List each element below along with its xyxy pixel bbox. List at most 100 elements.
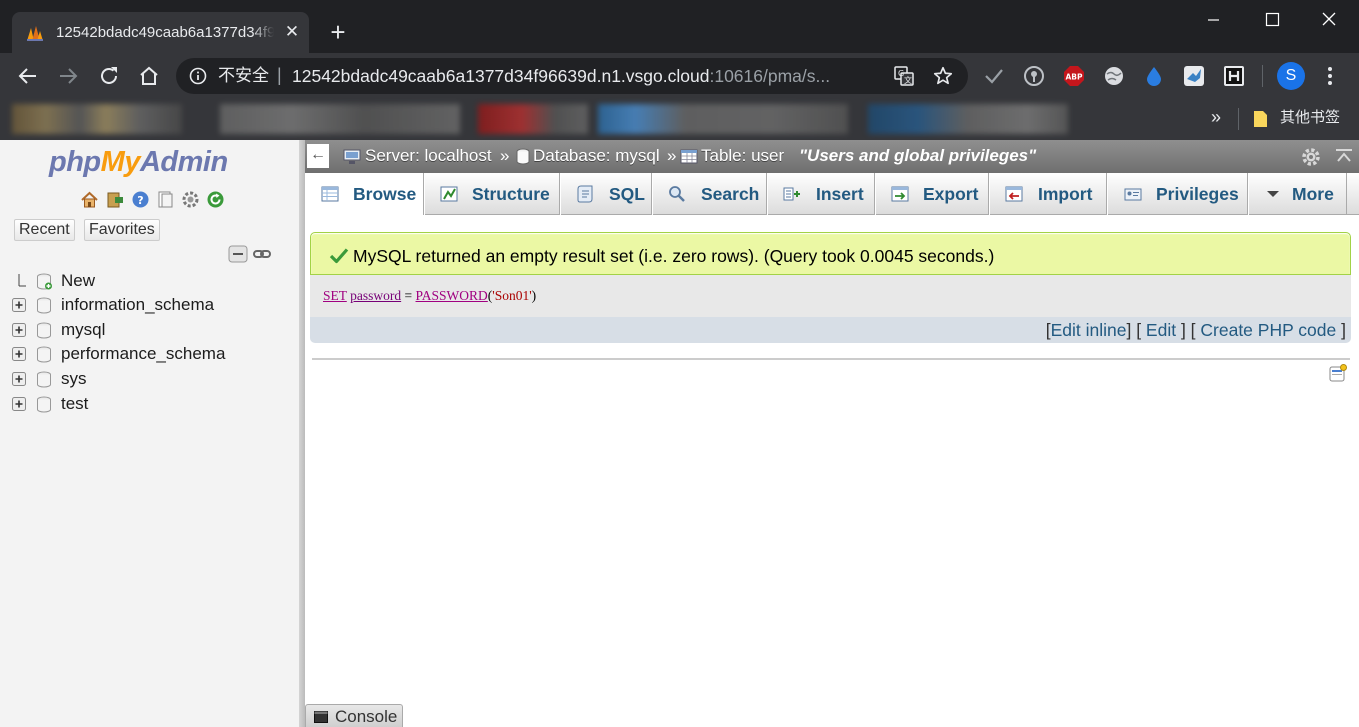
home-icon[interactable] [80, 190, 99, 209]
breadcrumb-bar: ← Server: localhost » Database: mysql » … [305, 140, 1359, 173]
tree-label-db[interactable]: performance_schema [61, 344, 225, 364]
reload-navigation-icon[interactable] [206, 190, 225, 209]
close-window-icon[interactable] [1306, 5, 1352, 35]
database-icon [37, 297, 51, 314]
sql-function[interactable]: PASSWORD [416, 288, 488, 303]
address-bar[interactable]: 不安全 | 12542bdadc49caab6a1377d34f96639d.n… [176, 58, 968, 94]
privileges-icon [1124, 188, 1142, 201]
navigation-resizer[interactable] [299, 140, 305, 727]
phpmyadmin-logo[interactable]: phpMyAdmin [49, 146, 228, 179]
blurred-bookmarks[interactable] [220, 104, 460, 134]
blurred-bookmarks[interactable] [12, 104, 182, 134]
browser-tab[interactable]: 12542bdadc49caab6a1377d34f96639d ✕ [12, 12, 309, 53]
password-extension-icon[interactable] [1023, 65, 1045, 87]
back-icon[interactable] [16, 64, 40, 88]
edit-link[interactable]: Edit [1146, 320, 1176, 340]
edit-inline-link[interactable]: Edit inline [1051, 320, 1127, 340]
sql-column[interactable]: password [350, 288, 401, 303]
collapse-all-icon[interactable] [228, 245, 248, 263]
other-bookmarks-link[interactable]: 其他书签 [1280, 109, 1340, 127]
tree-label-db[interactable]: mysql [61, 320, 105, 340]
tab-search[interactable]: Search [652, 173, 767, 215]
tree-label-new[interactable]: New [61, 271, 95, 291]
bookmarks-overflow-chevron[interactable]: » [1211, 108, 1221, 126]
sql-paren: ) [531, 288, 537, 303]
tab-more[interactable]: More [1248, 173, 1347, 215]
console-label: Console [335, 707, 398, 726]
database-icon [516, 148, 530, 165]
console-toggle[interactable]: Console [305, 704, 403, 727]
home-icon[interactable] [137, 64, 161, 88]
reload-icon[interactable] [97, 64, 121, 88]
search-icon [669, 186, 685, 202]
breadcrumb-table[interactable]: Table: user [701, 146, 784, 166]
database-icon [37, 396, 51, 413]
tab-import[interactable]: Import [989, 173, 1107, 215]
create-php-code-link[interactable]: Create PHP code [1200, 320, 1336, 340]
link-with-main-panel-icon[interactable] [253, 248, 271, 260]
expand-plus-icon[interactable] [12, 298, 26, 312]
tab-browse[interactable]: Browse [305, 173, 424, 215]
maximize-icon[interactable] [1250, 5, 1296, 35]
database-icon [37, 322, 51, 339]
navigation-panel: phpMyAdmin ? Recent Favorites New inform… [0, 140, 302, 727]
new-tab-button[interactable]: + [324, 18, 352, 46]
tree-label-db[interactable]: sys [61, 369, 87, 389]
sql-keyword[interactable]: SET [323, 288, 347, 303]
blurred-bookmarks[interactable] [598, 104, 848, 134]
checkmark-extension-icon[interactable] [983, 65, 1005, 87]
url-path: :10616/pma/s... [709, 66, 831, 86]
blurred-bookmarks[interactable] [478, 104, 588, 134]
sql-query-text[interactable]: SET password = PASSWORD('Son01') [323, 288, 536, 304]
info-icon[interactable] [189, 67, 207, 85]
settings-gear-icon[interactable] [181, 190, 200, 209]
browser-toolbar: 不安全 | 12542bdadc49caab6a1377d34f96639d.n… [0, 53, 1359, 99]
collapse-navigation-arrow[interactable]: ← [307, 144, 329, 168]
page-settings-icon[interactable] [1329, 364, 1347, 382]
tab-recent[interactable]: Recent [14, 219, 75, 241]
tree-label-db[interactable]: information_schema [61, 295, 214, 315]
globe-extension-icon[interactable] [1103, 65, 1125, 87]
tree-label-db[interactable]: test [61, 394, 88, 414]
tab-insert[interactable]: Insert [767, 173, 875, 215]
documentation-icon[interactable] [156, 190, 175, 209]
bird-extension-icon[interactable] [1183, 65, 1205, 87]
forward-icon[interactable] [56, 64, 80, 88]
h-extension-icon[interactable] [1223, 65, 1245, 87]
expand-plus-icon[interactable] [12, 372, 26, 386]
expand-plus-icon[interactable] [12, 397, 26, 411]
minimize-icon[interactable] [1190, 5, 1236, 35]
tab-label: Browse [353, 184, 417, 204]
expand-plus-icon[interactable] [12, 347, 26, 361]
profile-avatar[interactable]: S [1277, 62, 1305, 90]
blurred-bookmarks[interactable] [868, 104, 1068, 134]
water-drop-extension-icon[interactable] [1143, 65, 1165, 87]
import-icon [1005, 186, 1023, 202]
database-icon [37, 346, 51, 363]
tab-close-icon[interactable]: ✕ [282, 21, 302, 43]
page-settings-gear-icon[interactable] [1300, 146, 1322, 168]
breadcrumb-separator: » [667, 146, 677, 165]
logo-php: php [49, 146, 101, 178]
tab-label: Search [701, 184, 760, 204]
logo-admin: Admin [139, 146, 228, 178]
svg-text:ABP: ABP [1065, 73, 1083, 82]
server-icon [343, 149, 361, 164]
tab-privileges[interactable]: Privileges [1107, 173, 1248, 215]
breadcrumb-database[interactable]: Database: mysql [533, 146, 660, 166]
help-icon[interactable]: ? [131, 190, 150, 209]
tab-structure[interactable]: Structure [424, 173, 560, 215]
collapse-top-menu-icon[interactable] [1335, 148, 1353, 164]
breadcrumb-server[interactable]: Server: localhost [365, 146, 492, 166]
url-text[interactable]: 12542bdadc49caab6a1377d34f96639d.n1.vsgo… [292, 66, 884, 86]
more-vert-icon[interactable] [1320, 64, 1340, 88]
adblock-plus-icon[interactable]: ABP [1063, 65, 1085, 87]
tab-favorites[interactable]: Favorites [84, 219, 160, 241]
svg-text:文: 文 [904, 75, 912, 85]
translate-icon[interactable]: G 文 [894, 66, 914, 86]
bookmark-star-icon[interactable] [932, 65, 954, 87]
logout-icon[interactable] [106, 190, 125, 209]
tab-sql[interactable]: SQL [560, 173, 652, 215]
tab-export[interactable]: Export [875, 173, 989, 215]
expand-plus-icon[interactable] [12, 323, 26, 337]
